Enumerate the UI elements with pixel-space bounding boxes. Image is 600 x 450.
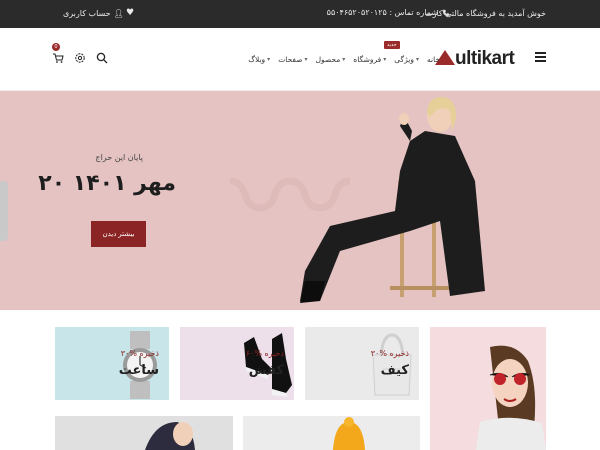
phone-icon [442, 9, 450, 16]
category-label: ۳۰% ذخیره کیف [371, 349, 409, 378]
category-tile-bag[interactable]: ۳۰% ذخیره کیف [305, 327, 419, 400]
hero-subtitle: پایان این حراج [95, 153, 143, 162]
account-label: حساب کاربری [63, 9, 111, 18]
account-link[interactable]: حساب کاربری 👤︎ [63, 9, 124, 18]
main-header: ultikart جدید خانه ویژگی ▾ فروشگاه ▾ محصول… [0, 28, 600, 91]
promo-image-woman[interactable] [430, 327, 546, 450]
nav-shop[interactable]: فروشگاه ▾ [353, 55, 386, 64]
site-logo[interactable]: ultikart [435, 48, 515, 70]
discount-text: ۳۰% ذخیره [120, 349, 159, 358]
hero-model-image [300, 96, 485, 303]
hero-banner: 〰 پایان این حراج ۲۰ مهر ۱۴۰۱ بیشتر دیدن [0, 91, 600, 310]
heart-icon[interactable]: ♥ [126, 8, 134, 18]
hero-title: ۲۰ مهر ۱۴۰۱ [38, 171, 176, 196]
nav-features[interactable]: ویژگی ▾ [394, 55, 419, 64]
category-name: ساعت [118, 363, 159, 378]
cart-icon[interactable] [52, 52, 64, 64]
category-name: کیف [380, 363, 409, 378]
nav-blog[interactable]: وبلاگ ▾ [248, 55, 270, 64]
hat-image [243, 416, 420, 450]
chevron-down-icon: ▾ [304, 56, 308, 63]
new-badge: جدید [384, 41, 400, 49]
discount-text: ۶۰% ذخیره [245, 349, 284, 358]
gloves-image [55, 416, 233, 450]
main-nav: خانه ویژگی ▾ فروشگاه ▾ محصول ▾ صفحات ▾ وبلاگ… [226, 55, 440, 64]
nav-pages[interactable]: صفحات ▾ [278, 55, 307, 64]
nav-product[interactable]: محصول ▾ [316, 55, 346, 64]
chevron-down-icon: ▾ [342, 56, 346, 63]
chevron-down-icon: ▾ [267, 56, 271, 63]
category-label: ۳۰% ذخیره ساعت [119, 349, 159, 378]
chevron-down-icon: ▾ [415, 56, 419, 63]
discount-text: ۳۰% ذخیره [370, 349, 409, 358]
promo-tile-gloves[interactable] [55, 416, 233, 450]
hero-side-tab [0, 181, 8, 241]
promo-tile-hat[interactable] [243, 416, 420, 450]
category-name: کفش [248, 363, 284, 378]
category-tile-watch[interactable]: ۳۰% ذخیره ساعت [55, 327, 169, 400]
woman-sunglasses-image [476, 345, 546, 450]
top-bar: خوش آمدید به فروشگاه مالتی کارت شماره تم… [0, 0, 600, 28]
nav-home[interactable]: خانه [427, 55, 440, 64]
category-label: ۶۰% ذخیره کفش [246, 349, 284, 378]
header-icons [52, 52, 108, 64]
search-icon[interactable] [96, 52, 108, 64]
contact-info: شماره تماس : ۵۵۰۴۶۵۲۰۵۲۰۱۲۵ [327, 8, 450, 17]
gear-icon[interactable] [74, 52, 86, 64]
contact-text: شماره تماس : ۵۵۰۴۶۵۲۰۵۲۰۱۲۵ [326, 8, 438, 17]
user-icon: 👤︎ [113, 9, 124, 18]
cart-count-badge: 0 [52, 43, 60, 51]
see-more-button[interactable]: بیشتر دیدن [91, 221, 146, 247]
chevron-down-icon: ▾ [383, 56, 387, 63]
menu-icon[interactable] [535, 52, 546, 62]
category-tile-shoes[interactable]: ۶۰% ذخیره کفش [180, 327, 294, 400]
